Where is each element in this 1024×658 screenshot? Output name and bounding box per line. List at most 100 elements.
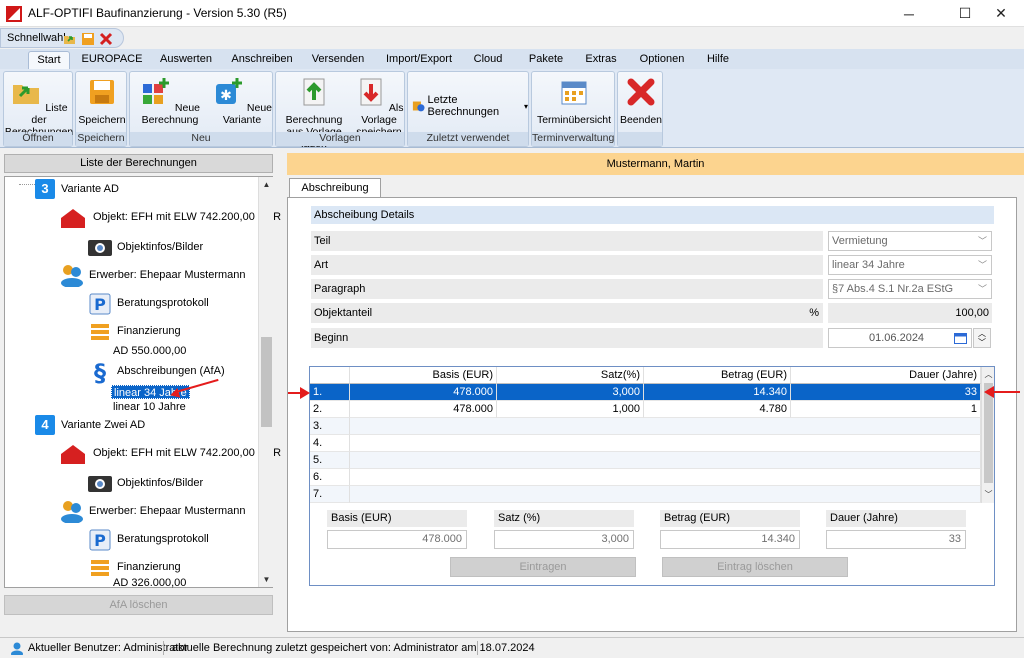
- table-row[interactable]: [350, 418, 981, 435]
- column-header-basis[interactable]: Basis (EUR): [350, 367, 497, 384]
- exit-button[interactable]: Beenden: [618, 76, 664, 126]
- column-header-satz[interactable]: Satz(%): [497, 367, 644, 384]
- table-row[interactable]: [350, 469, 981, 486]
- recent-calculations-dropdown[interactable]: Letzte Berechnungen ▾: [412, 94, 528, 118]
- close-window-button[interactable]: ✕: [978, 0, 1024, 27]
- tab-auswerten[interactable]: Auswerten: [156, 51, 216, 69]
- row-number[interactable]: 1.: [310, 384, 350, 401]
- cell-satz[interactable]: 3,000: [497, 384, 644, 401]
- folder-open-icon: [13, 85, 40, 104]
- cell-basis[interactable]: 478.000: [350, 384, 497, 401]
- table-row[interactable]: [350, 486, 981, 503]
- tree-item-afa[interactable]: Abschreibungen (AfA): [117, 365, 225, 377]
- cell-betrag[interactable]: 4.780: [644, 401, 791, 418]
- scroll-up-icon[interactable]: ︿: [981, 367, 996, 382]
- calculation-tree: 3 Variante AD Objekt: EFH mit ELW 742.20…: [4, 176, 281, 589]
- tab-versenden[interactable]: Versenden: [308, 51, 368, 69]
- scroll-down-icon[interactable]: ﹀: [981, 487, 996, 502]
- people-icon: [61, 501, 83, 523]
- teil-select[interactable]: Vermietung ﹀: [828, 231, 992, 251]
- basis-input[interactable]: 478.000: [327, 530, 467, 549]
- tree-item-buyer-1[interactable]: Erwerber: Ehepaar Mustermann: [89, 269, 246, 281]
- save-button[interactable]: Speichern: [76, 76, 128, 126]
- cell-dauer[interactable]: 33: [791, 384, 981, 401]
- tree-item-object-2[interactable]: Objekt: EFH mit ELW 742.200,00 EUR: [93, 447, 281, 459]
- row-number[interactable]: 6.: [310, 469, 350, 486]
- tree-item-objectinfo-2[interactable]: Objektinfos/Bilder: [117, 477, 203, 489]
- column-header-betrag[interactable]: Betrag (EUR): [644, 367, 791, 384]
- table-row[interactable]: [350, 452, 981, 469]
- close-icon[interactable]: [99, 32, 113, 46]
- satz-input[interactable]: 3,000: [494, 530, 634, 549]
- tree-item-financing-1[interactable]: Finanzierung: [117, 325, 181, 337]
- enter-button[interactable]: Eintragen: [450, 557, 636, 577]
- tree-item-protocol-2[interactable]: Beratungsprotokoll: [117, 533, 209, 545]
- afa-delete-button[interactable]: AfA löschen: [4, 595, 273, 615]
- group-templates: Berechnung aus Vorlage laden Als Vorlage…: [275, 71, 406, 150]
- tab-optionen[interactable]: Optionen: [636, 51, 688, 69]
- art-label: Art: [311, 255, 823, 275]
- tab-hilfe[interactable]: Hilfe: [700, 51, 736, 69]
- new-variant-button[interactable]: ✱ Neue Variante: [210, 76, 274, 126]
- new-variant-icon: ✱: [215, 78, 242, 104]
- scroll-down-icon[interactable]: ▼: [259, 572, 274, 587]
- tree-item-loan-2[interactable]: AD 326.000,00: [113, 577, 186, 589]
- chevron-down-icon: ﹀: [977, 236, 987, 246]
- list-calculations-button[interactable]: Liste der Berechnungen: [4, 76, 74, 138]
- tree-item-variant-4[interactable]: Variante Zwei AD: [61, 419, 145, 431]
- chevron-up-icon[interactable]: ︿: [978, 329, 986, 338]
- tab-europace[interactable]: EUROPACE: [80, 51, 144, 69]
- tree-scrollbar[interactable]: ▲ ▼: [258, 177, 273, 587]
- row-number[interactable]: 2.: [310, 401, 350, 418]
- cell-basis[interactable]: 478.000: [350, 401, 497, 418]
- betrag-input[interactable]: 14.340: [660, 530, 800, 549]
- coins-icon: [91, 560, 109, 576]
- tab-afa[interactable]: Abschreibung (AfA): [289, 178, 381, 212]
- scrollbar-thumb[interactable]: [261, 337, 272, 427]
- beginn-date-input[interactable]: 01.06.2024: [828, 328, 972, 348]
- tab-import-export[interactable]: Import/Export: [382, 51, 456, 69]
- tree-item-financing-2[interactable]: Finanzierung: [117, 561, 181, 573]
- table-row[interactable]: [350, 435, 981, 452]
- cell-satz[interactable]: 1,000: [497, 401, 644, 418]
- tree-item-loan-1[interactable]: AD 550.000,00: [113, 345, 186, 357]
- row-number[interactable]: 3.: [310, 418, 350, 435]
- house-icon: [61, 445, 85, 464]
- last-saved: aktuelle Berechnung zuletzt gespeichert …: [172, 642, 535, 654]
- row-number[interactable]: 7.: [310, 486, 350, 503]
- scrollbar-thumb[interactable]: [984, 383, 993, 483]
- save-template-button[interactable]: Als Vorlage speichern: [352, 76, 406, 138]
- art-select[interactable]: linear 34 Jahre ﹀: [828, 255, 992, 275]
- tab-pakete[interactable]: Pakete: [524, 51, 568, 69]
- app-logo-icon: [6, 6, 22, 22]
- tree-item-linear-10[interactable]: linear 10 Jahre: [113, 401, 186, 413]
- tab-cloud[interactable]: Cloud: [468, 51, 508, 69]
- row-number[interactable]: 4.: [310, 435, 350, 452]
- cell-dauer[interactable]: 1: [791, 401, 981, 418]
- cell-betrag[interactable]: 14.340: [644, 384, 791, 401]
- delete-entry-button[interactable]: Eintrag löschen: [662, 557, 848, 577]
- tab-start[interactable]: Start: [28, 51, 70, 69]
- save-icon[interactable]: [81, 32, 95, 46]
- tree-item-objectinfo-1[interactable]: Objektinfos/Bilder: [117, 241, 203, 253]
- date-spinner[interactable]: ︿ ﹀: [973, 328, 991, 348]
- tree-item-buyer-2[interactable]: Erwerber: Ehepaar Mustermann: [89, 505, 246, 517]
- new-calculation-button[interactable]: Neue Berechnung: [130, 76, 210, 126]
- schedule-overview-button[interactable]: Terminübersicht: [532, 76, 616, 126]
- tree-item-protocol-1[interactable]: Beratungsprotokoll: [117, 297, 209, 309]
- calendar-icon[interactable]: [954, 332, 967, 344]
- dauer-input[interactable]: 33: [826, 530, 966, 549]
- paragraph-select[interactable]: §7 Abs.4 S.1 Nr.2a EStG ﹀: [828, 279, 992, 299]
- minimize-button[interactable]: ─: [886, 0, 932, 27]
- scroll-up-icon[interactable]: ▲: [259, 177, 274, 192]
- open-folder-icon[interactable]: [63, 32, 77, 46]
- tree-item-variant-3[interactable]: Variante AD: [61, 183, 119, 195]
- chevron-down-icon[interactable]: ﹀: [978, 338, 986, 347]
- column-header-dauer[interactable]: Dauer (Jahre): [791, 367, 981, 384]
- tab-extras[interactable]: Extras: [580, 51, 622, 69]
- camera-icon: [88, 240, 112, 256]
- row-number[interactable]: 5.: [310, 452, 350, 469]
- protocol-icon: P: [89, 529, 111, 551]
- tree-item-object-1[interactable]: Objekt: EFH mit ELW 742.200,00 EUR: [93, 211, 281, 223]
- tab-anschreiben[interactable]: Anschreiben: [228, 51, 296, 69]
